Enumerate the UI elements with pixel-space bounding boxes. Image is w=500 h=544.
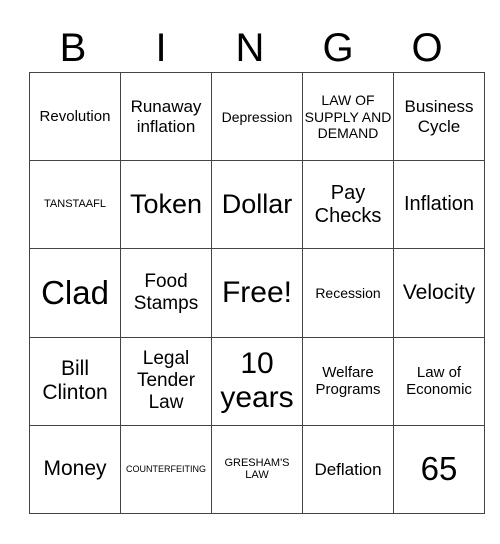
bingo-board: Revolution Runaway inflation Depression … [29, 71, 485, 515]
bingo-cell[interactable]: 65 [393, 424, 485, 515]
bingo-cell[interactable]: Runaway inflation [120, 71, 212, 162]
bingo-cell[interactable]: TANSTAAFL [29, 160, 121, 250]
bingo-cell[interactable]: Bill Clinton [29, 336, 121, 426]
bingo-cell[interactable]: Deflation [302, 424, 394, 515]
bingo-cell[interactable]: GRESHAM'S LAW [211, 424, 303, 515]
bingo-cell[interactable]: LAW OF SUPPLY AND DEMAND [302, 71, 394, 162]
bingo-cell[interactable]: Business Cycle [393, 71, 485, 162]
bingo-cell[interactable]: 10 years [211, 336, 303, 426]
board-row: TANSTAAFL Token Dollar Pay Checks Inflat… [29, 160, 485, 250]
bingo-cell[interactable]: Law of Economic [393, 336, 485, 426]
bingo-cell[interactable]: Depression [211, 71, 303, 162]
header-letter-i: I [155, 26, 167, 70]
bingo-cell[interactable]: COUNTERFEITING [120, 424, 212, 515]
bingo-cell[interactable]: Inflation [393, 160, 485, 250]
header-letter-b: B [59, 26, 87, 70]
header-letter-n: N [235, 26, 265, 70]
board-row: Clad Food Stamps Free! Recession Velocit… [29, 248, 485, 338]
bingo-cell[interactable]: Food Stamps [120, 248, 212, 338]
bingo-cell[interactable]: Token [120, 160, 212, 250]
bingo-cell[interactable]: Recession [302, 248, 394, 338]
bingo-cell[interactable]: Pay Checks [302, 160, 394, 250]
board-row: Bill Clinton Legal Tender Law 10 years W… [29, 336, 485, 426]
bingo-cell[interactable]: Clad [29, 248, 121, 338]
board-row: Money COUNTERFEITING GRESHAM'S LAW Defla… [29, 424, 485, 515]
bingo-cell[interactable]: Welfare Programs [302, 336, 394, 426]
free-space-cell[interactable]: Free! [211, 248, 303, 338]
board-row: Revolution Runaway inflation Depression … [29, 71, 485, 162]
header-letter-g: G [322, 26, 354, 70]
bingo-cell[interactable]: Legal Tender Law [120, 336, 212, 426]
bingo-cell[interactable]: Revolution [29, 71, 121, 162]
bingo-cell[interactable]: Money [29, 424, 121, 515]
bingo-cell[interactable]: Dollar [211, 160, 303, 250]
bingo-header: B I N G O [29, 24, 471, 72]
header-letter-o: O [411, 26, 443, 70]
bingo-cell[interactable]: Velocity [393, 248, 485, 338]
